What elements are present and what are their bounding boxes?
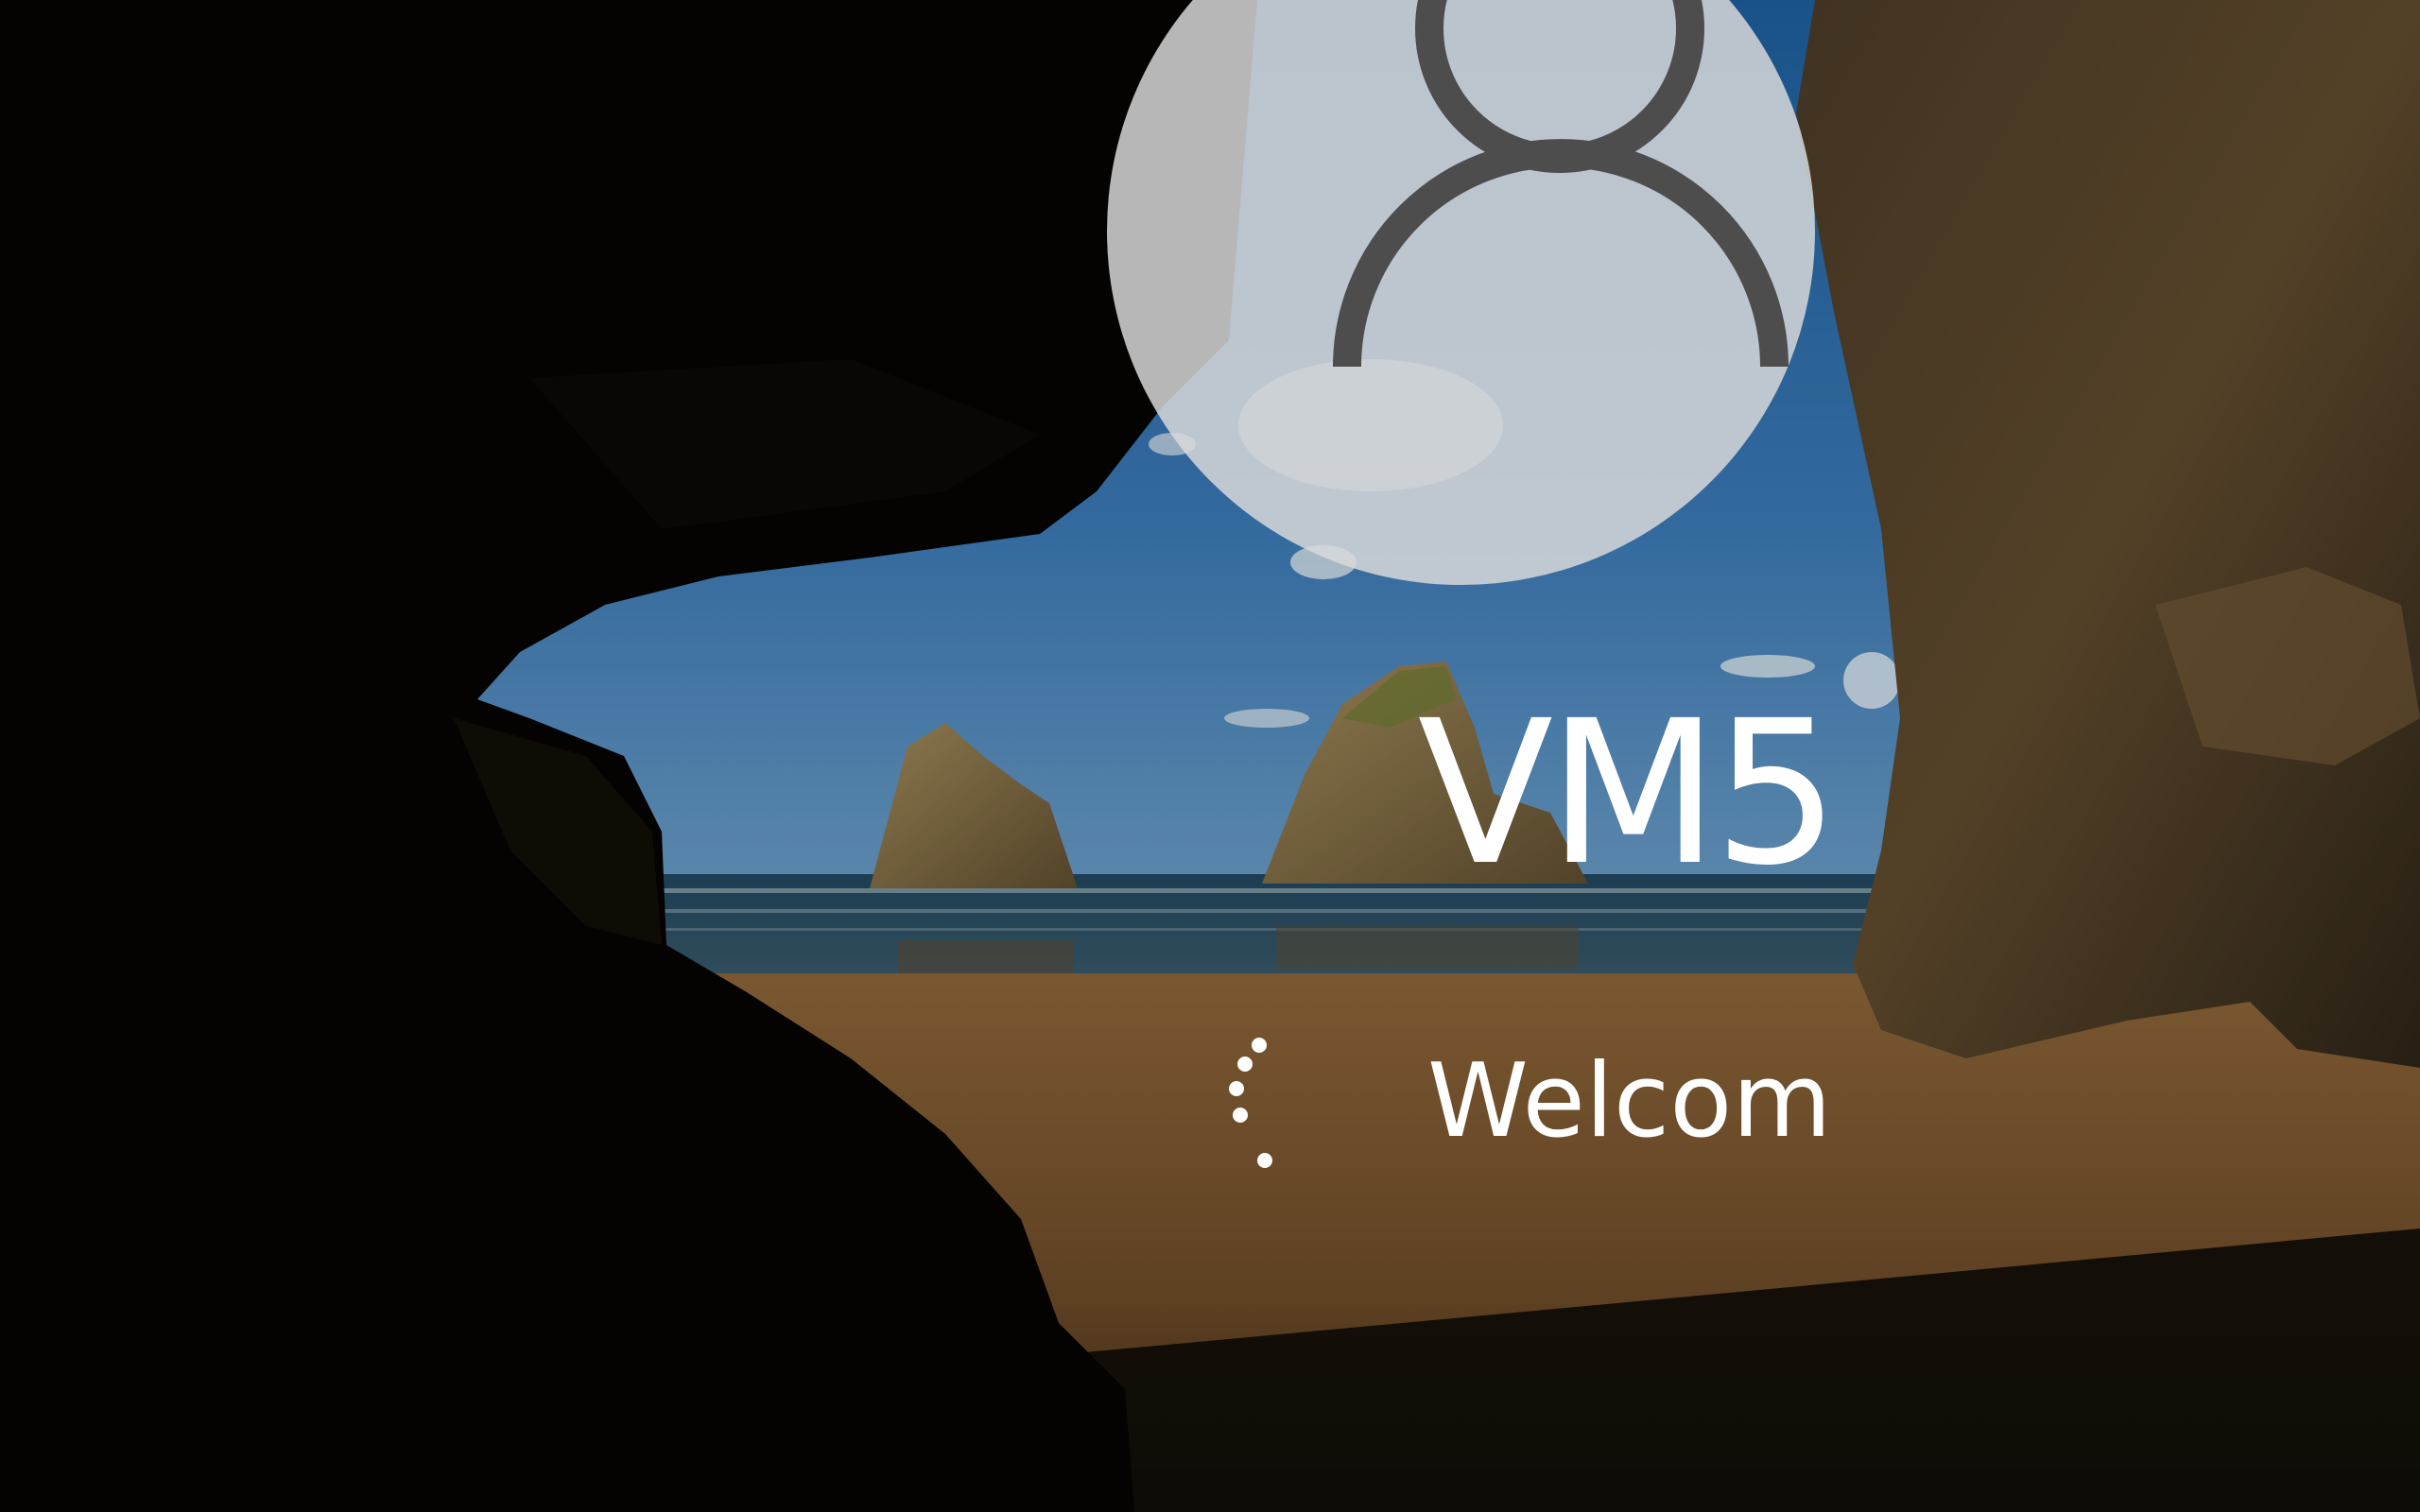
signin-status: Welcom xyxy=(1219,1021,1881,1191)
welcome-status-text: Welcom xyxy=(1427,1042,1832,1160)
lock-screen: VM5 Welcom xyxy=(0,0,2420,1512)
loading-spinner-icon xyxy=(1229,1038,1272,1168)
user-avatar xyxy=(1107,0,1815,585)
user-silhouette-icon xyxy=(1333,0,1789,368)
username-label: VM5 xyxy=(1417,678,1840,909)
